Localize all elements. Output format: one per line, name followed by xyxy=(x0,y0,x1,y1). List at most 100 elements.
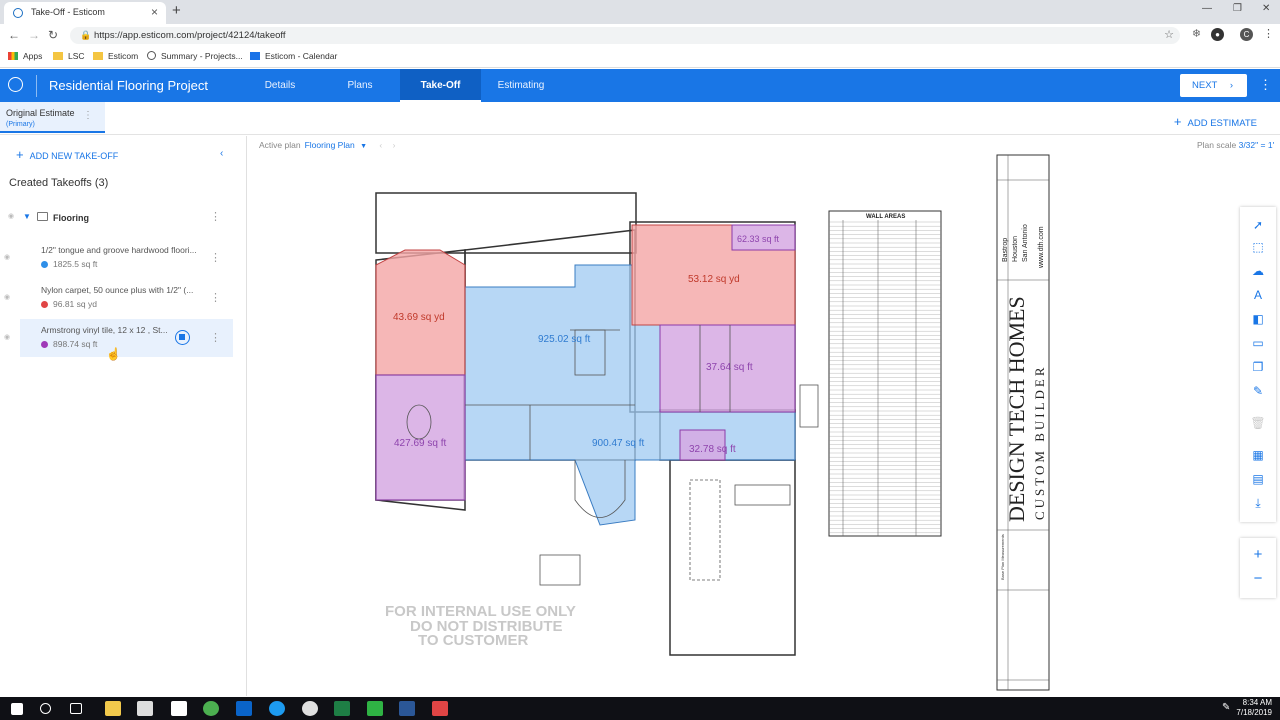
takeoff-item-carpet[interactable]: ◉ Nylon carpet, 50 ounce plus with 1/2" … xyxy=(4,279,233,317)
tab-take-off[interactable]: Take-Off xyxy=(400,69,481,102)
visibility-eye-icon[interactable]: ◉ xyxy=(4,333,10,341)
previous-plan-icon[interactable]: ‹ xyxy=(379,140,382,150)
bookmark-summary-projects[interactable]: Summary - Projects... xyxy=(147,51,243,61)
estimate-subtitle: (Primary) xyxy=(6,121,35,128)
recorder-icon[interactable] xyxy=(432,701,448,716)
pen-icon[interactable]: ✎ xyxy=(1240,381,1276,401)
bookmark-star-icon[interactable]: ☆ xyxy=(1164,28,1174,41)
compare-icon[interactable]: ◧ xyxy=(1240,309,1276,329)
system-clock[interactable]: 8:34 AM 7/18/2019 xyxy=(1236,698,1272,718)
company-name: DESIGN TECH HOMES xyxy=(1004,296,1029,522)
mail-icon[interactable] xyxy=(171,701,187,716)
title-block: DESIGN TECH HOMES CUSTOM BUILDER Bastrop… xyxy=(996,154,1050,691)
browser-address-row: ← → ↻ 🔒 https://app.esticom.com/project/… xyxy=(0,24,1280,46)
table-icon[interactable]: ▦ xyxy=(1240,445,1276,465)
esticom-logo-icon[interactable] xyxy=(8,77,23,92)
takeoff-menu-icon[interactable]: ⋮ xyxy=(210,291,221,304)
reload-icon[interactable]: ↻ xyxy=(48,28,58,42)
stop-measuring-icon[interactable] xyxy=(175,330,190,345)
download-icon[interactable]: ⤓ xyxy=(1240,493,1276,513)
plan-scale-label: Plan scale xyxy=(1197,140,1237,150)
area-select-icon[interactable]: ⬚ xyxy=(1240,237,1276,257)
caret-down-icon: ▼ xyxy=(360,143,367,150)
forward-icon[interactable]: → xyxy=(28,28,40,42)
takeoff-item-vinyl[interactable]: ◉ Armstrong vinyl tile, 12 x 12 , St... … xyxy=(4,319,233,357)
visibility-eye-icon[interactable]: ◉ xyxy=(4,253,10,261)
cloud-icon[interactable]: ☁ xyxy=(1240,261,1276,281)
extension-snowflake-icon[interactable]: ❄ xyxy=(1190,28,1203,41)
caret-down-icon[interactable]: ▼ xyxy=(23,212,31,221)
header-divider xyxy=(36,75,37,97)
url-bar[interactable]: 🔒 https://app.esticom.com/project/42124/… xyxy=(70,27,1180,44)
select-pointer-icon[interactable]: ➚ xyxy=(1240,215,1276,235)
plan-scale-value: 3/32" = 1' xyxy=(1238,140,1275,150)
estimate-menu-icon[interactable]: ⋮ xyxy=(83,110,93,121)
estimate-tab-original[interactable]: Original Estimate (Primary) ⋮ xyxy=(0,102,105,133)
file-explorer-icon[interactable] xyxy=(105,701,121,716)
tab-estimating[interactable]: Estimating xyxy=(490,69,552,102)
bookmark-apps[interactable]: Apps xyxy=(8,51,42,61)
zoom-out-icon[interactable]: − xyxy=(1240,569,1276,589)
search-icon[interactable] xyxy=(40,703,51,714)
next-plan-icon[interactable]: › xyxy=(393,140,396,150)
pen-tray-icon[interactable]: ✎ xyxy=(1222,702,1230,713)
website: www.dth.com xyxy=(1038,226,1045,269)
visibility-eye-icon[interactable]: ◉ xyxy=(8,212,14,220)
drawing-toolbar: ➚ ⬚ ☁ A ◧ ▭ ❐ ✎ 🗑 ▦ ▤ ⤓ xyxy=(1240,207,1276,522)
outlook-icon[interactable] xyxy=(236,701,252,716)
close-tab-icon[interactable]: × xyxy=(151,5,158,19)
bookmarks-bar: Apps LSC Esticom Summary - Projects... E… xyxy=(0,46,1280,68)
copy-icon[interactable]: ❐ xyxy=(1240,357,1276,377)
group-flooring[interactable]: ◉ ▼ Flooring ⋮ xyxy=(8,210,233,226)
back-icon[interactable]: ← xyxy=(8,28,20,42)
camtasia-icon[interactable] xyxy=(367,701,383,716)
windows-start-icon[interactable] xyxy=(11,703,23,715)
browser-tab[interactable]: Take-Off - Esticom × xyxy=(4,2,166,24)
close-window-icon[interactable]: ✕ xyxy=(1262,3,1270,14)
chrome-icon[interactable] xyxy=(203,701,219,716)
takeoff-menu-icon[interactable]: ⋮ xyxy=(210,331,221,344)
new-tab-icon[interactable]: + xyxy=(172,2,181,19)
takeoff-item-hardwood[interactable]: ◉ 1/2" tongue and groove hardwood floori… xyxy=(4,239,233,277)
extension-icon[interactable]: ● xyxy=(1211,28,1224,41)
add-new-takeoff-button[interactable]: + ADD NEW TAKE-OFF xyxy=(16,147,118,162)
folder-icon xyxy=(37,212,48,221)
zoom-in-icon[interactable]: + xyxy=(1240,545,1276,565)
group-menu-icon[interactable]: ⋮ xyxy=(210,210,221,223)
add-estimate-button[interactable]: + ADD ESTIMATE xyxy=(1174,114,1257,129)
layers-icon[interactable]: ▤ xyxy=(1240,469,1276,489)
ruler-icon[interactable]: ▭ xyxy=(1240,333,1276,353)
collapse-sidebar-icon[interactable]: ‹ xyxy=(220,148,223,159)
text-annotation-icon[interactable]: A xyxy=(1240,285,1276,305)
takeoff-quantity: 898.74 sq ft xyxy=(53,339,98,349)
folder-icon xyxy=(53,52,63,60)
slack-icon[interactable] xyxy=(302,701,318,716)
takeoff-menu-icon[interactable]: ⋮ xyxy=(210,251,221,264)
profile-avatar[interactable]: C xyxy=(1240,28,1253,41)
task-view-icon[interactable] xyxy=(70,703,82,714)
restore-window-icon[interactable]: ❐ xyxy=(1233,3,1242,14)
bookmark-calendar[interactable]: Esticom - Calendar xyxy=(250,51,337,61)
active-plan-selector[interactable]: Active plan Flooring Plan ▼ ‹ › xyxy=(259,140,395,150)
tab-plans[interactable]: Plans xyxy=(330,69,390,102)
watermark-line: TO CUSTOMER xyxy=(418,632,528,649)
city-name: Houston xyxy=(1012,236,1019,262)
excel-icon[interactable] xyxy=(334,701,350,716)
tab-details[interactable]: Details xyxy=(250,69,310,102)
area-label: 900.47 sq ft xyxy=(592,438,644,449)
delete-icon[interactable]: 🗑 xyxy=(1240,413,1276,433)
city-name: Bastrop xyxy=(1002,238,1009,262)
store-icon[interactable] xyxy=(137,701,153,716)
browser-tab-title: Take-Off - Esticom xyxy=(31,7,105,17)
next-button[interactable]: NEXT › xyxy=(1180,74,1247,97)
visibility-eye-icon[interactable]: ◉ xyxy=(4,293,10,301)
bookmark-lsc[interactable]: LSC xyxy=(53,51,85,61)
word-icon[interactable] xyxy=(399,701,415,716)
app-menu-icon[interactable]: ⋮ xyxy=(1259,77,1272,93)
floor-plan-canvas[interactable]: 43.69 sq yd 925.02 sq ft 53.12 sq yd 62.… xyxy=(320,150,1080,695)
bookmark-esticom[interactable]: Esticom xyxy=(93,51,138,61)
plan-scale[interactable]: Plan scale 3/32" = 1' xyxy=(1197,140,1274,150)
browser-menu-icon[interactable]: ⋮ xyxy=(1262,28,1275,41)
skype-icon[interactable] xyxy=(269,701,285,716)
minimize-window-icon[interactable]: — xyxy=(1202,3,1212,14)
